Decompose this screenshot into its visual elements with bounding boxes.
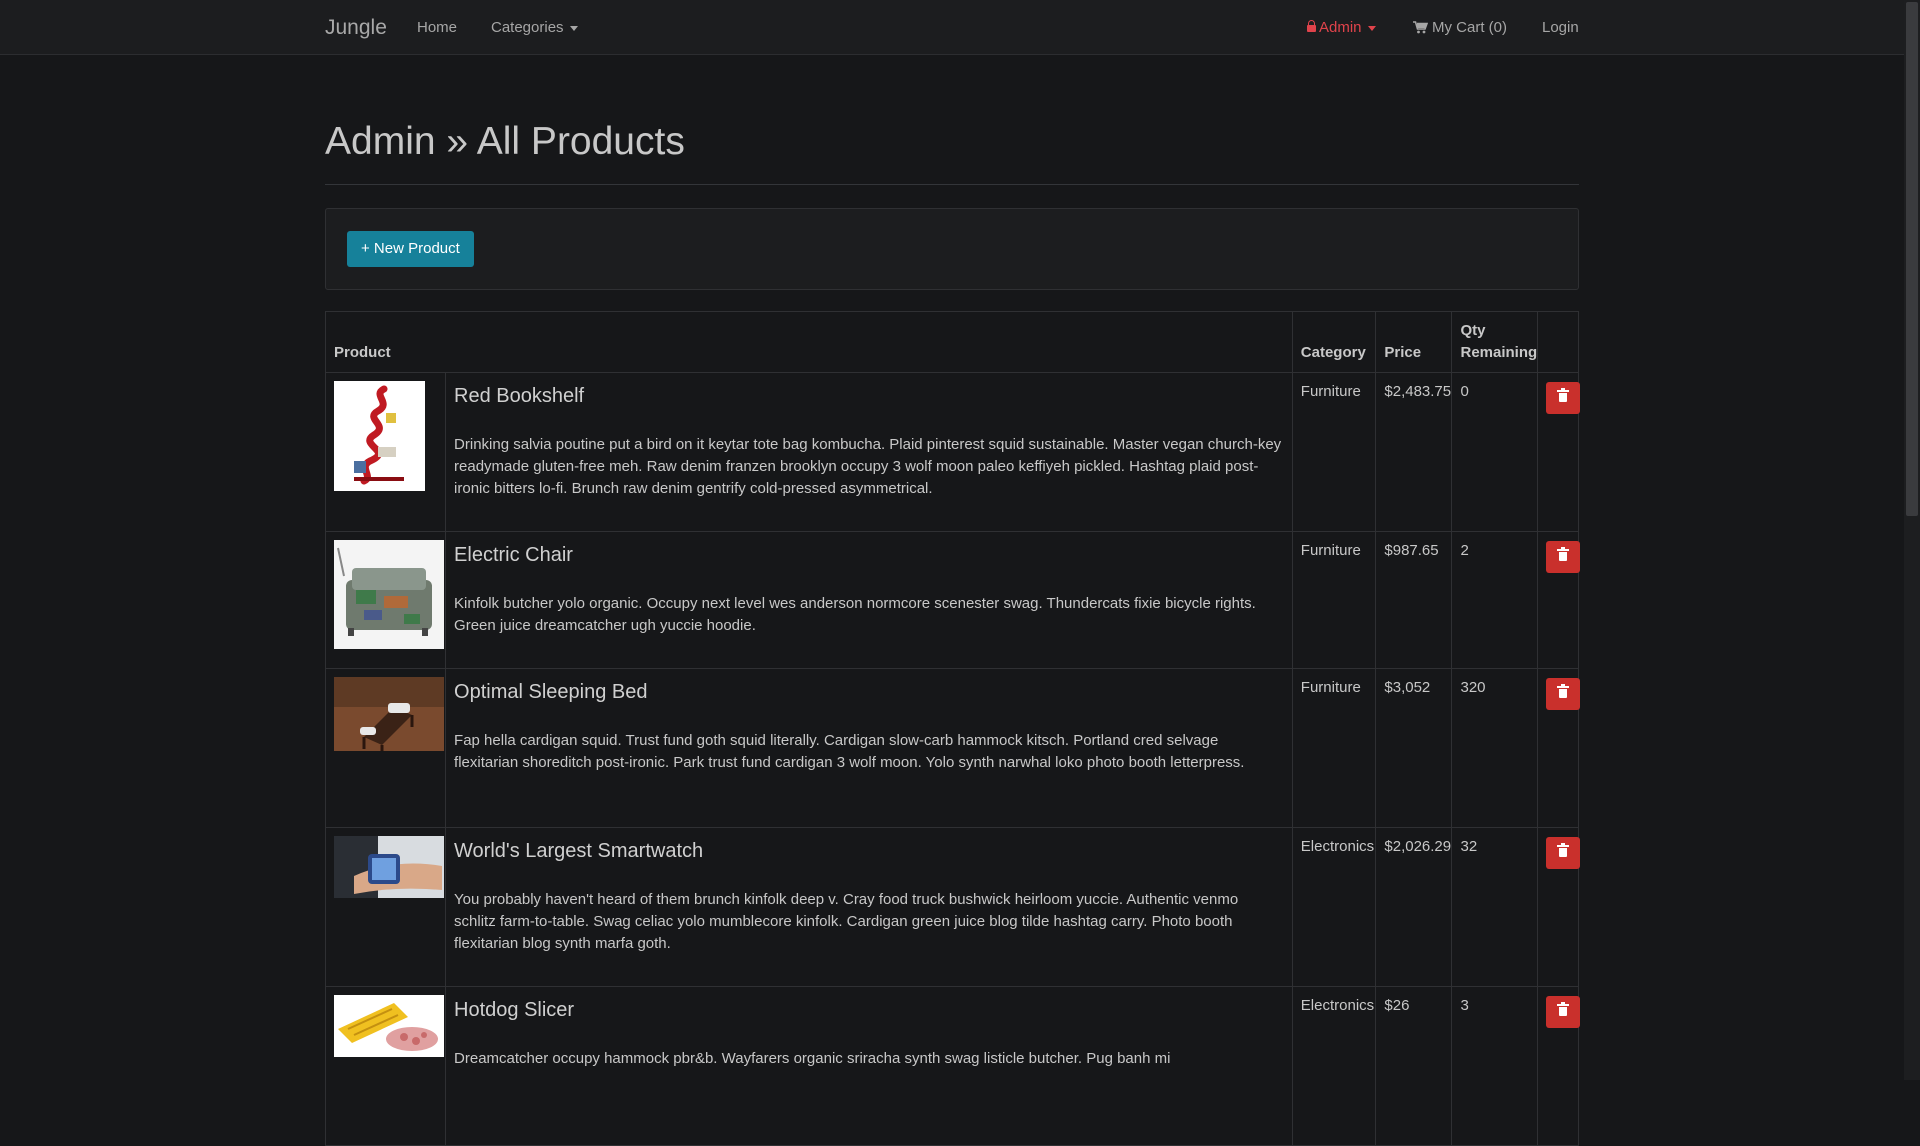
- product-info-cell: Electric Chair Kinfolk butcher yolo orga…: [445, 531, 1293, 669]
- page-title: Admin » All Products: [325, 120, 685, 163]
- product-name: Red Bookshelf: [454, 385, 585, 407]
- products-table: Product Category Price Qty Remaining Red…: [324, 311, 1581, 1146]
- nav-cart-link[interactable]: My Cart (0): [1413, 19, 1507, 36]
- product-category: Electronics: [1291, 827, 1377, 987]
- product-description: Drinking salvia poutine put a bird on it…: [454, 436, 1282, 497]
- top-navbar: Jungle Home Categories Admin My Cart (0)…: [0, 0, 1904, 55]
- product-image-electric-chair: [334, 540, 444, 649]
- product-description: Dreamcatcher occupy hammock pbr&b. Wayfa…: [454, 1050, 1171, 1067]
- nav-categories-dropdown[interactable]: Categories: [491, 19, 578, 36]
- product-category: Furniture: [1291, 372, 1377, 532]
- product-price: $3,052: [1375, 668, 1453, 828]
- product-name: Hotdog Slicer: [454, 999, 575, 1021]
- delete-product-button[interactable]: [1546, 996, 1581, 1028]
- scrollbar-thumb[interactable]: [1906, 2, 1918, 516]
- product-name: Optimal Sleeping Bed: [454, 681, 648, 703]
- product-actions-cell: [1537, 531, 1581, 669]
- delete-product-button[interactable]: [1546, 678, 1581, 710]
- trash-icon: [1557, 547, 1570, 561]
- nav-admin-dropdown[interactable]: Admin: [1307, 19, 1376, 36]
- table-row: World's Largest Smartwatch You probably …: [324, 827, 1581, 987]
- nav-login-link[interactable]: Login: [1542, 19, 1579, 36]
- product-info-cell: Hotdog Slicer Dreamcatcher occupy hammoc…: [445, 986, 1293, 1146]
- brand-link[interactable]: Jungle: [325, 16, 387, 40]
- header-category: Category: [1291, 311, 1377, 373]
- product-qty: 0: [1451, 372, 1539, 532]
- new-product-button[interactable]: + New Product: [347, 231, 474, 267]
- actions-panel: + New Product: [325, 208, 1579, 290]
- product-image-cell: [324, 986, 447, 1146]
- delete-product-button[interactable]: [1546, 837, 1581, 869]
- product-info-cell: Optimal Sleeping Bed Fap hella cardigan …: [445, 668, 1293, 828]
- product-qty: 2: [1451, 531, 1539, 669]
- delete-product-button[interactable]: [1546, 541, 1581, 573]
- table-row: Optimal Sleeping Bed Fap hella cardigan …: [324, 668, 1581, 828]
- product-price: $26: [1375, 986, 1453, 1146]
- product-description: Kinfolk butcher yolo organic. Occupy nex…: [454, 595, 1256, 634]
- product-description: Fap hella cardigan squid. Trust fund got…: [454, 732, 1245, 771]
- product-description: You probably haven't heard of them brunc…: [454, 891, 1239, 952]
- header-actions: [1537, 311, 1579, 373]
- cart-icon: [1413, 21, 1428, 34]
- product-price: $2,483.75: [1375, 372, 1453, 532]
- trash-icon: [1557, 388, 1570, 402]
- product-actions-cell: [1537, 668, 1581, 828]
- title-divider: [325, 184, 1579, 185]
- table-row: Hotdog Slicer Dreamcatcher occupy hammoc…: [324, 986, 1581, 1146]
- header-product: Product: [325, 311, 1293, 373]
- product-qty: 320: [1451, 668, 1539, 828]
- product-qty: 3: [1451, 986, 1539, 1146]
- product-category: Furniture: [1291, 531, 1377, 669]
- product-image-cell: [324, 668, 447, 828]
- product-actions-cell: [1537, 372, 1581, 532]
- table-row: Electric Chair Kinfolk butcher yolo orga…: [324, 531, 1581, 669]
- table-row: Red Bookshelf Drinking salvia poutine pu…: [324, 372, 1581, 532]
- product-name: World's Largest Smartwatch: [454, 840, 704, 862]
- product-image-cell: [324, 827, 447, 987]
- nav-categories-label: Categories: [491, 19, 564, 36]
- trash-icon: [1557, 684, 1570, 698]
- nav-admin-label: Admin: [1319, 19, 1362, 36]
- product-image-hotdog-slicer: [334, 995, 444, 1057]
- chevron-down-icon: [569, 25, 578, 31]
- trash-icon: [1557, 1002, 1570, 1016]
- product-category: Furniture: [1291, 668, 1377, 828]
- product-image-optimal-sleeping-bed: [334, 677, 444, 751]
- product-actions-cell: [1537, 986, 1581, 1146]
- product-image-cell: [324, 531, 447, 669]
- product-category: Electronics: [1291, 986, 1377, 1146]
- product-actions-cell: [1537, 827, 1581, 987]
- header-price: Price: [1375, 311, 1453, 373]
- nav-cart-label: My Cart (0): [1432, 19, 1507, 36]
- lock-icon: [1307, 20, 1316, 32]
- product-price: $2,026.29: [1375, 827, 1453, 987]
- product-price: $987.65: [1375, 531, 1453, 669]
- table-header-row: Product Category Price Qty Remaining: [325, 311, 1579, 373]
- header-qty-remaining: Qty Remaining: [1451, 311, 1539, 373]
- product-image-smartwatch: [334, 836, 444, 898]
- product-image-red-bookshelf: [334, 381, 425, 491]
- nav-home-link[interactable]: Home: [417, 19, 457, 36]
- page-scrollbar[interactable]: [1904, 0, 1920, 1080]
- trash-icon: [1557, 843, 1570, 857]
- delete-product-button[interactable]: [1546, 382, 1581, 414]
- product-qty: 32: [1451, 827, 1539, 987]
- chevron-down-icon: [1367, 25, 1376, 31]
- product-image-cell: [324, 372, 447, 532]
- product-info-cell: World's Largest Smartwatch You probably …: [445, 827, 1293, 987]
- product-info-cell: Red Bookshelf Drinking salvia poutine pu…: [445, 372, 1293, 532]
- product-name: Electric Chair: [454, 544, 573, 566]
